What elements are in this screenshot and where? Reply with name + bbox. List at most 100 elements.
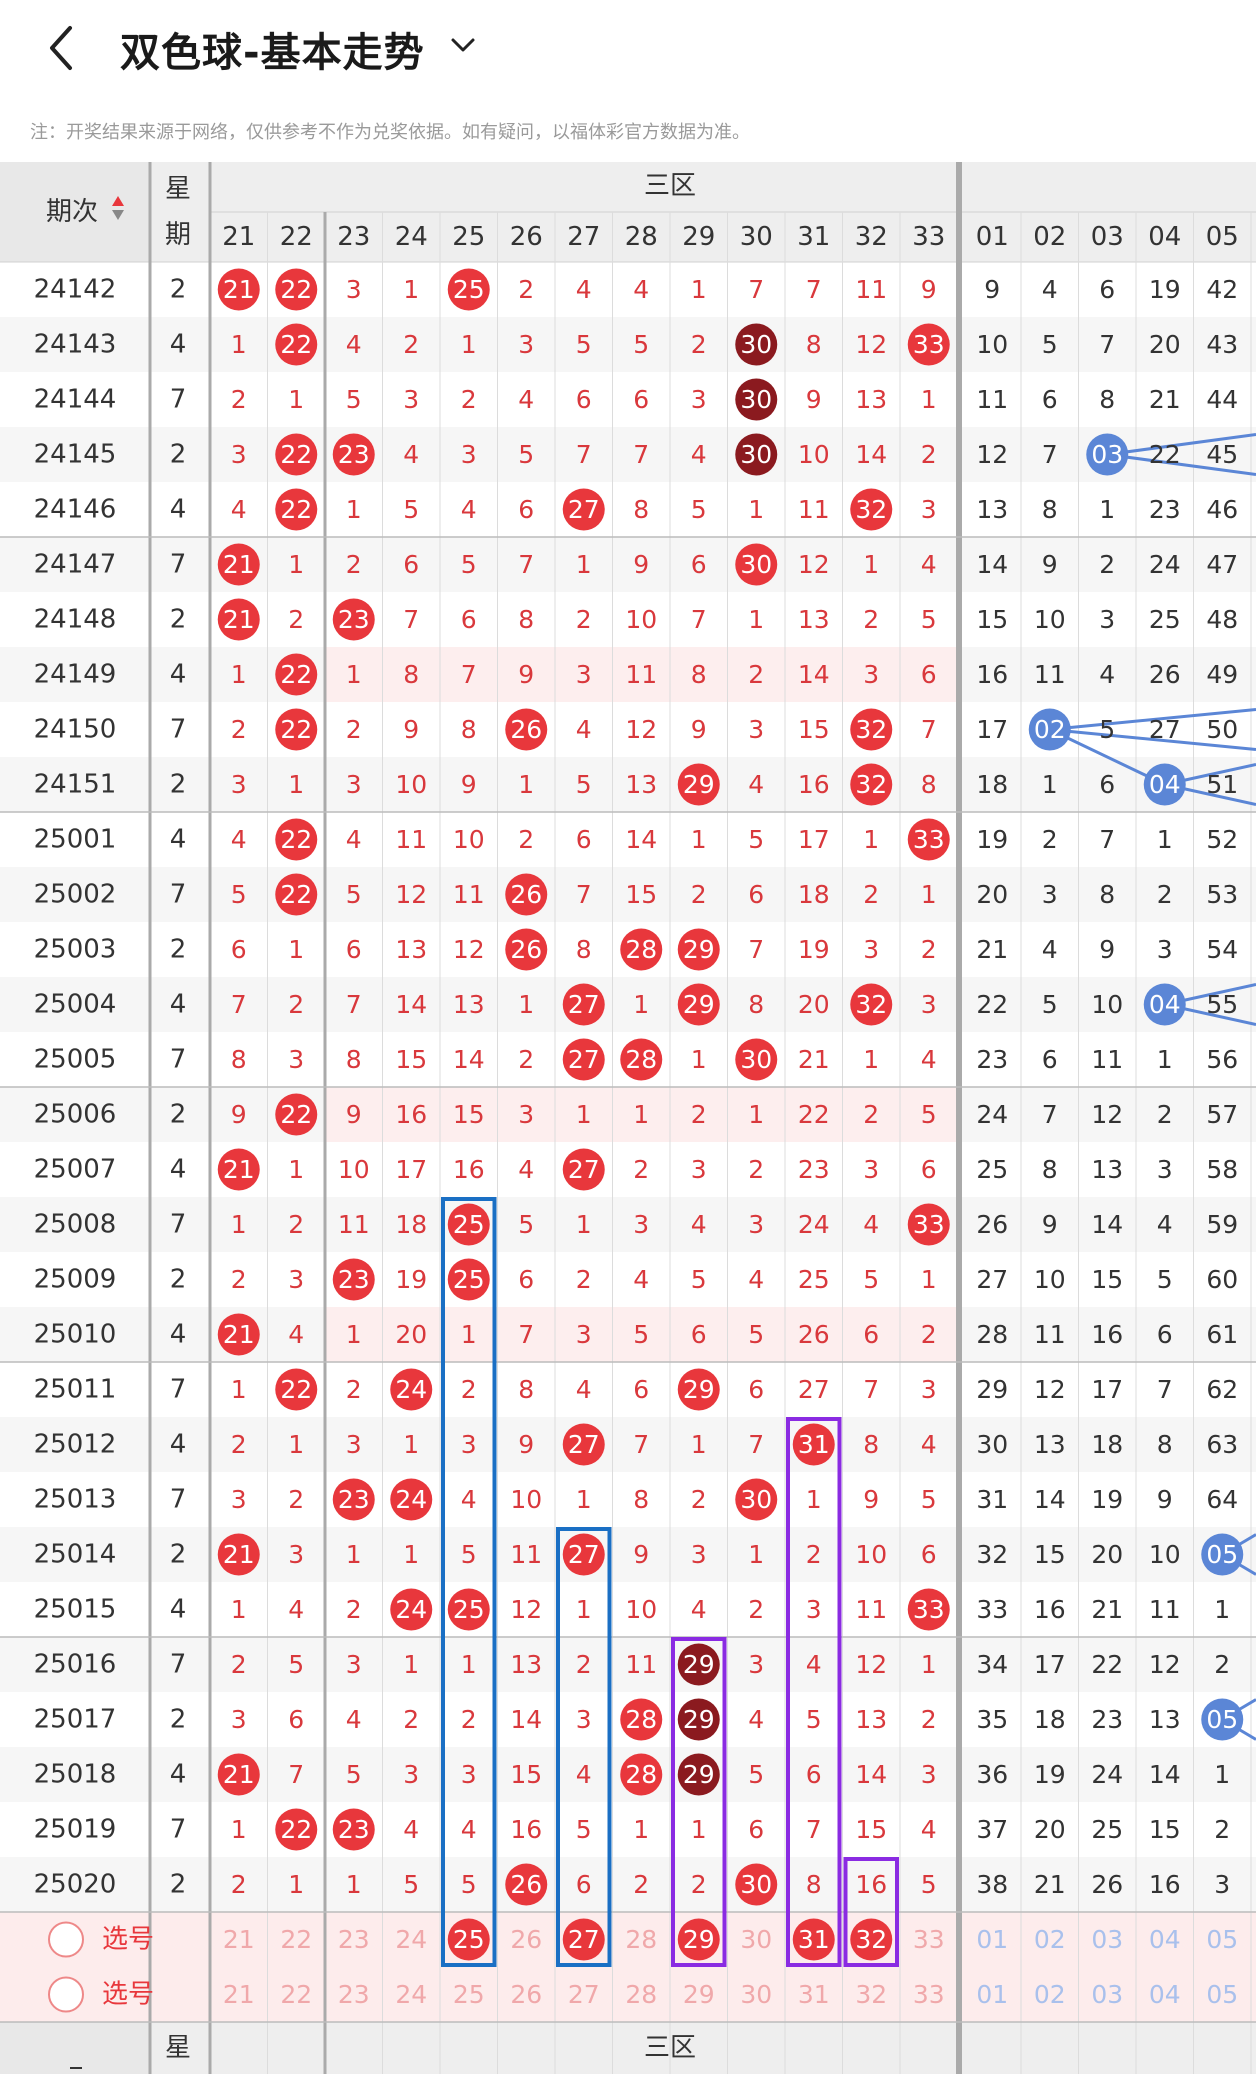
chevron-down-icon[interactable] xyxy=(448,30,478,60)
select-radio[interactable] xyxy=(48,1976,84,2013)
miss-count: 1 xyxy=(231,1595,247,1624)
miss-count: 6 xyxy=(748,1375,764,1404)
miss-count: 2 xyxy=(921,935,937,964)
miss-count: 2 xyxy=(633,1155,649,1184)
miss-count: 56 xyxy=(1206,1045,1238,1074)
period-cell: 25007 xyxy=(34,1155,117,1185)
miss-count: 2 xyxy=(461,1375,477,1404)
miss-count: 2 xyxy=(288,1210,304,1239)
miss-count: 14 xyxy=(976,550,1008,579)
red-ball-number: 22 xyxy=(280,275,312,304)
miss-count: 16 xyxy=(798,770,830,799)
miss-count: 5 xyxy=(346,880,362,909)
miss-count: 6 xyxy=(518,495,534,524)
miss-count: 47 xyxy=(1206,550,1238,579)
red-column-header: 32 xyxy=(855,222,888,252)
miss-count: 19 xyxy=(798,935,830,964)
miss-count: 4 xyxy=(288,1320,304,1349)
miss-count: 5 xyxy=(346,385,362,414)
miss-count: 2 xyxy=(288,990,304,1019)
trend-table[interactable]: 期次星期三区 21 22 23 24 25 26 27 28 29 30 31 32 33 01 02 03 04… xyxy=(0,162,1256,2074)
miss-count: 3 xyxy=(921,990,937,1019)
miss-count: 9 xyxy=(1157,1485,1173,1514)
miss-count: 1 xyxy=(576,550,592,579)
miss-count: 1 xyxy=(231,660,247,689)
select-radio[interactable] xyxy=(48,1921,84,1958)
miss-count: 4 xyxy=(231,825,247,854)
miss-count: 3 xyxy=(576,660,592,689)
miss-count: 6 xyxy=(403,550,419,579)
miss-count: 5 xyxy=(1042,990,1058,1019)
miss-count: 11 xyxy=(625,660,657,689)
selectable-number: 32 xyxy=(855,1980,887,2009)
miss-count: 62 xyxy=(1206,1375,1238,1404)
red-ball-number: 22 xyxy=(280,495,312,524)
miss-count: 7 xyxy=(518,1320,534,1349)
page-title[interactable]: 双色球-基本走势 xyxy=(120,20,425,78)
miss-count: 9 xyxy=(1042,1210,1058,1239)
week-cell: 7 xyxy=(170,715,187,745)
week-cell: 2 xyxy=(170,770,187,800)
miss-count: 48 xyxy=(1206,605,1238,634)
miss-count: 17 xyxy=(1091,1375,1123,1404)
miss-count: 6 xyxy=(576,1870,592,1899)
miss-count: 5 xyxy=(403,1870,419,1899)
red-ball-number: 22 xyxy=(280,1100,312,1129)
period-cell: 24145 xyxy=(34,440,117,470)
miss-count: 20 xyxy=(1091,1540,1123,1569)
miss-count: 5 xyxy=(576,770,592,799)
miss-count: 14 xyxy=(453,1045,485,1074)
miss-count: 16 xyxy=(1034,1595,1066,1624)
miss-count: 3 xyxy=(231,440,247,469)
miss-count: 4 xyxy=(691,1210,707,1239)
period-cell: 25010 xyxy=(34,1320,117,1350)
miss-count: 1 xyxy=(403,1430,419,1459)
miss-count: 3 xyxy=(1157,935,1173,964)
miss-count: 4 xyxy=(806,1650,822,1679)
miss-count: 1 xyxy=(288,1430,304,1459)
period-cell: 25001 xyxy=(34,825,117,855)
miss-count: 61 xyxy=(1206,1320,1238,1349)
miss-count: 13 xyxy=(1149,1705,1181,1734)
miss-count: 51 xyxy=(1206,770,1238,799)
row-stripe xyxy=(0,1857,1256,1912)
red-column-header: 27 xyxy=(567,222,600,252)
miss-count: 4 xyxy=(921,1430,937,1459)
miss-count: 10 xyxy=(338,1155,370,1184)
week-cell: 7 xyxy=(170,385,187,415)
miss-count: 25 xyxy=(976,1155,1008,1184)
miss-count: 4 xyxy=(346,825,362,854)
miss-count: 5 xyxy=(346,1760,362,1789)
miss-count: 37 xyxy=(976,1815,1008,1844)
miss-count: 8 xyxy=(1099,385,1115,414)
period-cell: 24144 xyxy=(34,385,117,415)
miss-count: 24 xyxy=(1149,550,1181,579)
miss-count: 58 xyxy=(1206,1155,1238,1184)
miss-count: 9 xyxy=(461,770,477,799)
red-ball-number: 25 xyxy=(453,275,485,304)
miss-count: 15 xyxy=(510,1760,542,1789)
row-stripe xyxy=(0,537,1256,592)
selectable-number: 25 xyxy=(453,1980,485,2009)
miss-count: 25 xyxy=(1149,605,1181,634)
red-ball-number: 22 xyxy=(280,440,312,469)
miss-count: 13 xyxy=(976,495,1008,524)
back-arrow-icon[interactable] xyxy=(40,22,80,74)
miss-count: 49 xyxy=(1206,660,1238,689)
miss-count: 7 xyxy=(691,605,707,634)
miss-count: 1 xyxy=(288,1155,304,1184)
miss-count: 1 xyxy=(461,1320,477,1349)
week-cell: 7 xyxy=(170,1045,187,1075)
miss-count: 2 xyxy=(748,1595,764,1624)
miss-count: 6 xyxy=(748,1815,764,1844)
miss-count: 4 xyxy=(346,330,362,359)
miss-count: 13 xyxy=(855,385,887,414)
miss-count: 6 xyxy=(863,1320,879,1349)
period-cell: 25013 xyxy=(34,1485,117,1515)
miss-count: 1 xyxy=(1099,495,1115,524)
miss-count: 23 xyxy=(976,1045,1008,1074)
miss-count: 13 xyxy=(395,935,427,964)
period-cell: 25016 xyxy=(34,1650,117,1680)
miss-count: 23 xyxy=(1149,495,1181,524)
red-ball-number: 30 xyxy=(740,385,772,414)
